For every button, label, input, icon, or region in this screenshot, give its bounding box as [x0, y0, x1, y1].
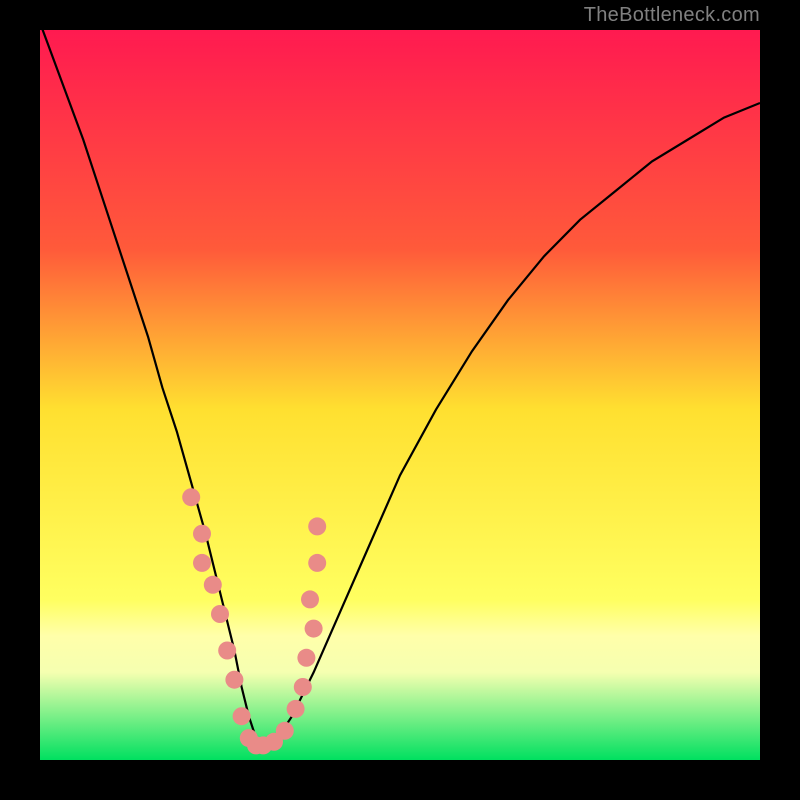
data-dot	[294, 678, 312, 696]
data-dot	[218, 642, 236, 660]
data-dot	[182, 488, 200, 506]
data-dot	[308, 517, 326, 535]
chart-frame: TheBottleneck.com	[0, 0, 800, 800]
data-dot	[233, 707, 251, 725]
data-dot	[308, 554, 326, 572]
data-dot	[287, 700, 305, 718]
watermark-text: TheBottleneck.com	[584, 4, 760, 27]
data-dot	[193, 554, 211, 572]
data-dot	[225, 671, 243, 689]
data-dot	[297, 649, 315, 667]
data-dot	[211, 605, 229, 623]
data-dot	[204, 576, 222, 594]
chart-svg	[40, 30, 760, 760]
data-dot	[305, 620, 323, 638]
data-dot	[276, 722, 294, 740]
data-dot	[193, 525, 211, 543]
plot-area	[40, 30, 760, 760]
data-dot	[301, 590, 319, 608]
